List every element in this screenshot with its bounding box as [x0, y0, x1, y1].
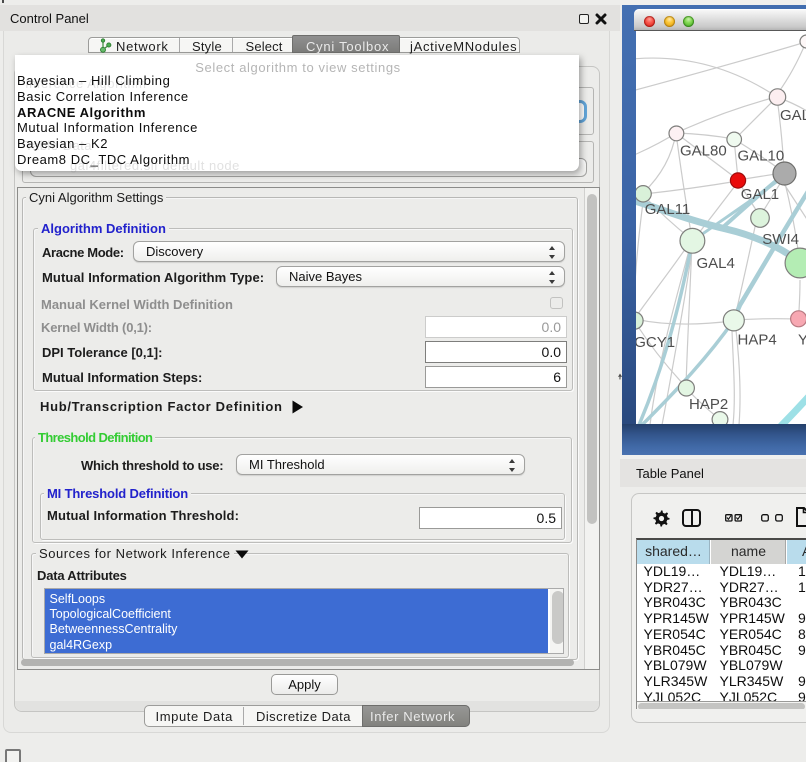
svg-text:GAL: GAL [780, 107, 806, 124]
svg-text:HAP4: HAP4 [738, 332, 777, 349]
svg-text:GCY1: GCY1 [636, 334, 675, 351]
svg-text:GAL80: GAL80 [680, 143, 727, 160]
svg-text:Y: Y [798, 332, 806, 349]
svg-text:HAP2: HAP2 [689, 396, 728, 413]
svg-text:GAL11: GAL11 [645, 201, 691, 218]
svg-text:GAL4: GAL4 [697, 255, 735, 272]
svg-text:SWI4: SWI4 [762, 231, 799, 248]
svg-text:GAL10: GAL10 [738, 148, 785, 165]
svg-text:GAL1: GAL1 [741, 186, 779, 203]
